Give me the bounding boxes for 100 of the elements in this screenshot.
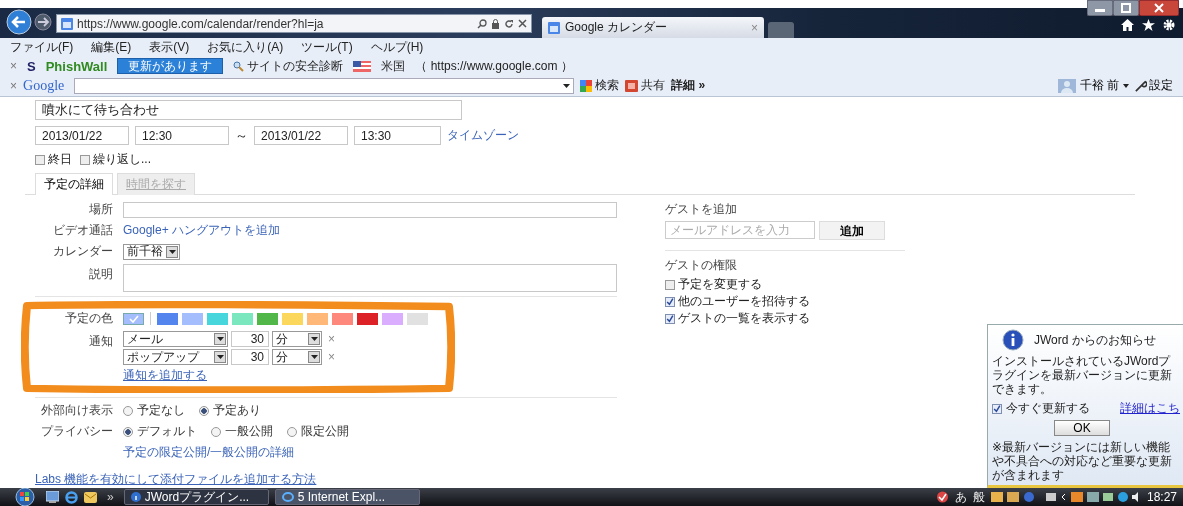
add-guest-button[interactable]: 追加 xyxy=(819,221,885,240)
remove-button[interactable]: × xyxy=(325,350,338,364)
search-icon[interactable] xyxy=(477,18,487,29)
browser-tab[interactable]: Google カレンダー × xyxy=(542,17,764,38)
radio-option[interactable]: 限定公開 xyxy=(287,423,349,440)
radio-option[interactable]: 一般公開 xyxy=(211,423,273,440)
taskbar-button[interactable]: JWordプラグイン... xyxy=(123,489,269,505)
color-swatch[interactable] xyxy=(207,312,228,325)
tab[interactable]: 予定の詳細 xyxy=(35,173,113,195)
details-link[interactable]: 詳細はこち xyxy=(1120,400,1180,417)
taskbar-button[interactable]: 5 Internet Expl... xyxy=(274,489,420,505)
toolbar-search-field[interactable] xyxy=(74,77,575,94)
privacy-link[interactable]: 予定の限定公開/一般公開の詳細 xyxy=(123,444,295,461)
caret-icon[interactable] xyxy=(214,333,226,345)
color-swatch[interactable] xyxy=(157,312,178,325)
radio-option[interactable]: 予定あり xyxy=(199,402,261,419)
radio-option[interactable]: デフォルト xyxy=(123,423,197,440)
menu-item[interactable]: ツール(T) xyxy=(301,39,353,56)
calendar-select[interactable]: 前千裕 xyxy=(123,243,180,260)
checkbox[interactable] xyxy=(665,279,675,290)
caret-icon[interactable] xyxy=(1123,83,1129,88)
add-reminder-link[interactable]: 通知を追加する xyxy=(123,367,207,384)
more-button[interactable]: 詳細 » xyxy=(671,77,706,94)
minimize-button[interactable] xyxy=(1087,0,1113,16)
color-swatch[interactable] xyxy=(257,312,278,325)
overflow-button[interactable]: » xyxy=(103,490,118,504)
description-field[interactable] xyxy=(123,264,617,292)
remove-button[interactable]: × xyxy=(325,332,338,346)
checkbox[interactable] xyxy=(35,154,45,165)
amount-field[interactable]: 30 xyxy=(231,349,269,365)
menu-item[interactable]: ファイル(F) xyxy=(10,39,74,56)
toolbar-menu-label[interactable]: S xyxy=(27,58,36,74)
color-swatch[interactable] xyxy=(382,312,403,325)
caret-icon[interactable] xyxy=(308,351,320,363)
ok-button[interactable]: OK xyxy=(1054,420,1110,436)
unit-select[interactable]: 分 xyxy=(272,349,322,365)
checkbox[interactable] xyxy=(80,154,90,165)
squares-icon xyxy=(580,79,593,92)
hangout-link[interactable]: Google+ ハングアウトを追加 xyxy=(123,222,281,239)
start-date-field[interactable]: 2013/01/22 xyxy=(35,126,129,145)
checkbox[interactable] xyxy=(992,403,1002,414)
menu-item[interactable]: ヘルプ(H) xyxy=(370,39,424,56)
checkbox-label: 他のユーザーを招待する xyxy=(678,293,810,310)
color-swatch[interactable] xyxy=(282,312,303,325)
color-swatch[interactable] xyxy=(307,312,328,325)
location-field[interactable] xyxy=(123,201,617,218)
color-swatch[interactable] xyxy=(232,312,253,325)
color-swatch[interactable] xyxy=(123,312,144,325)
end-time-field[interactable]: 13:30 xyxy=(354,126,441,145)
close-toolbar-button[interactable]: × xyxy=(10,78,17,93)
mail-icon[interactable] xyxy=(84,491,97,503)
menu-item[interactable]: 表示(V) xyxy=(149,39,190,56)
method-select[interactable]: ポップアップ xyxy=(123,349,228,365)
magnifier-icon xyxy=(233,60,245,72)
timezone-link[interactable]: タイムゾーン xyxy=(447,127,519,144)
caret-icon[interactable] xyxy=(563,83,571,88)
radio-option[interactable]: 予定なし xyxy=(123,402,185,419)
caret-icon[interactable] xyxy=(308,333,320,345)
user-button[interactable]: 千裕 前 xyxy=(1057,77,1129,94)
checkbox[interactable] xyxy=(665,313,675,324)
color-swatch[interactable] xyxy=(407,312,428,325)
country-label: 米国 xyxy=(381,57,406,75)
color-swatch[interactable] xyxy=(332,312,353,325)
unit-select[interactable]: 分 xyxy=(272,331,322,347)
menu-item[interactable]: 編集(E) xyxy=(91,39,132,56)
search-button[interactable]: 検索 xyxy=(580,77,620,94)
back-button[interactable] xyxy=(6,9,32,35)
caret-icon[interactable] xyxy=(166,245,178,258)
input-mode-indicator[interactable]: 般 xyxy=(972,488,985,506)
end-date-field[interactable]: 2013/01/22 xyxy=(254,126,348,145)
browser-icon[interactable] xyxy=(65,490,78,504)
caret-icon[interactable] xyxy=(214,351,226,363)
input-mode-indicator[interactable]: あ xyxy=(954,488,967,506)
home-icon[interactable] xyxy=(1121,19,1134,31)
input-method-icon[interactable] xyxy=(935,491,949,503)
close-button[interactable] xyxy=(1139,0,1179,16)
address-bar[interactable]: https://www.google.com/calendar/render?hl=ja xyxy=(56,14,532,33)
gear-icon[interactable] xyxy=(1163,19,1175,31)
refresh-icon[interactable] xyxy=(504,18,514,29)
settings-button[interactable]: 設定 xyxy=(1135,77,1173,94)
update-badge[interactable]: 更新があります xyxy=(117,58,224,74)
color-swatch[interactable] xyxy=(182,312,203,325)
desktop-icon[interactable] xyxy=(46,491,59,503)
stop-icon[interactable] xyxy=(518,19,527,28)
tray-icons-drawing[interactable] xyxy=(990,491,1141,503)
color-swatch[interactable] xyxy=(357,312,378,325)
labs-link[interactable]: Labs 機能を有効にして添付ファイルを追加する方法 xyxy=(35,471,317,488)
start-time-field[interactable]: 12:30 xyxy=(135,126,229,145)
amount-field[interactable]: 30 xyxy=(231,331,269,347)
share-button[interactable]: 共有 xyxy=(625,77,666,94)
guest-email-field[interactable]: メールアドレスを入力 xyxy=(665,221,815,239)
close-toolbar-button[interactable]: × xyxy=(10,59,17,73)
menu-item[interactable]: お気に入り(A) xyxy=(207,39,284,56)
checkbox[interactable] xyxy=(665,296,675,307)
site-check-button[interactable]: サイトの安全診断 xyxy=(233,57,344,75)
method-select[interactable]: メール xyxy=(123,331,228,347)
maximize-button[interactable] xyxy=(1113,0,1139,16)
forward-button[interactable] xyxy=(34,13,52,31)
star-icon[interactable] xyxy=(1142,19,1155,31)
title-field[interactable]: 噴水にて待ち合わせ xyxy=(35,100,462,120)
